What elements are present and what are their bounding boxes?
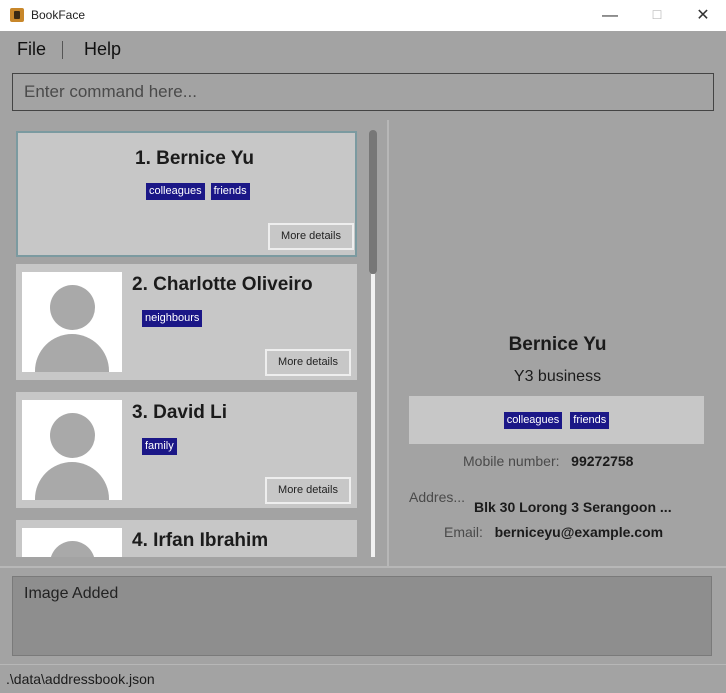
menu-separator — [62, 41, 63, 59]
detail-subtitle: Y3 business — [513, 368, 602, 385]
avatar — [22, 400, 122, 500]
status-bar: .\data\addressbook.json — [0, 664, 726, 693]
contact-name: 4. Irfan Ibrahim — [132, 530, 269, 551]
list-scrollbar[interactable] — [366, 128, 380, 557]
tag: family — [142, 438, 177, 455]
contact-name: 1. Bernice Yu — [135, 148, 254, 169]
command-input[interactable] — [13, 74, 713, 110]
avatar — [22, 272, 122, 372]
scrollbar-lane — [371, 274, 375, 557]
window-title: BookFace — [31, 8, 86, 22]
tag: friends — [570, 411, 610, 429]
avatar-head-icon — [50, 541, 95, 557]
app-book-icon — [10, 8, 24, 22]
tag: neighbours — [142, 310, 203, 327]
save-location: .\data\addressbook.json — [6, 671, 155, 687]
tag-list: colleagues friends — [146, 183, 250, 200]
menu-bar: File Help — [0, 31, 726, 66]
contact-card[interactable]: 3. David Li family More details — [16, 392, 357, 508]
contact-card[interactable]: 4. Irfan Ibrahim — [16, 520, 357, 557]
more-details-button[interactable]: More details — [265, 349, 351, 376]
address-label: Addres... — [409, 489, 466, 505]
address-value: Blk 30 Lorong 3 Serangoon ... — [474, 499, 672, 515]
address-label-row: Addres... — [409, 489, 465, 505]
command-box — [12, 73, 714, 111]
detail-panel: Bernice Yu Y3 business colleagues friend… — [389, 120, 726, 566]
contact-name: 3. David Li — [132, 402, 228, 423]
more-details-button[interactable]: More details — [268, 223, 354, 250]
contact-card[interactable]: 1. Bernice Yu colleagues friends More de… — [16, 131, 357, 257]
menu-help[interactable]: Help — [84, 39, 121, 60]
scrollbar-thumb[interactable] — [369, 130, 377, 274]
detail-tag-list: colleagues friends — [409, 396, 704, 444]
avatar — [22, 528, 122, 557]
close-button[interactable]: ✕ — [680, 0, 726, 31]
mobile-row: Mobile number: 99272758 — [463, 453, 633, 469]
avatar-body-icon — [35, 462, 109, 500]
email-row: Email: berniceyu@example.com — [444, 524, 663, 540]
title-bar: BookFace — ☐ ✕ — [0, 0, 726, 31]
address-value-row: Blk 30 Lorong 3 Serangoon ... — [474, 499, 672, 515]
contact-name: 2. Charlotte Oliveiro — [132, 274, 313, 295]
contact-card[interactable]: 2. Charlotte Oliveiro neighbours More de… — [16, 264, 357, 380]
minimize-button[interactable]: — — [587, 0, 633, 31]
tag-list: neighbours — [142, 310, 203, 327]
result-divider[interactable] — [0, 566, 726, 568]
maximize-button[interactable]: ☐ — [634, 0, 680, 31]
avatar-head-icon — [50, 285, 95, 330]
mobile-label: Mobile number: — [463, 453, 560, 469]
tag: friends — [210, 183, 250, 200]
result-display[interactable]: Image Added — [12, 576, 712, 656]
contact-list: 1. Bernice Yu colleagues friends More de… — [12, 128, 380, 557]
email-label: Email: — [444, 524, 483, 540]
more-details-button[interactable]: More details — [265, 477, 351, 504]
mobile-value: 99272758 — [571, 453, 634, 469]
tag-list: family — [142, 438, 177, 455]
detail-name: Bernice Yu — [508, 334, 607, 355]
menu-file[interactable]: File — [17, 39, 46, 60]
tag: colleagues — [503, 411, 563, 429]
tag: colleagues — [146, 183, 205, 200]
result-text: Image Added — [24, 585, 119, 602]
avatar-head-icon — [50, 413, 95, 458]
email-value: berniceyu@example.com — [494, 524, 664, 540]
avatar-body-icon — [35, 334, 109, 372]
